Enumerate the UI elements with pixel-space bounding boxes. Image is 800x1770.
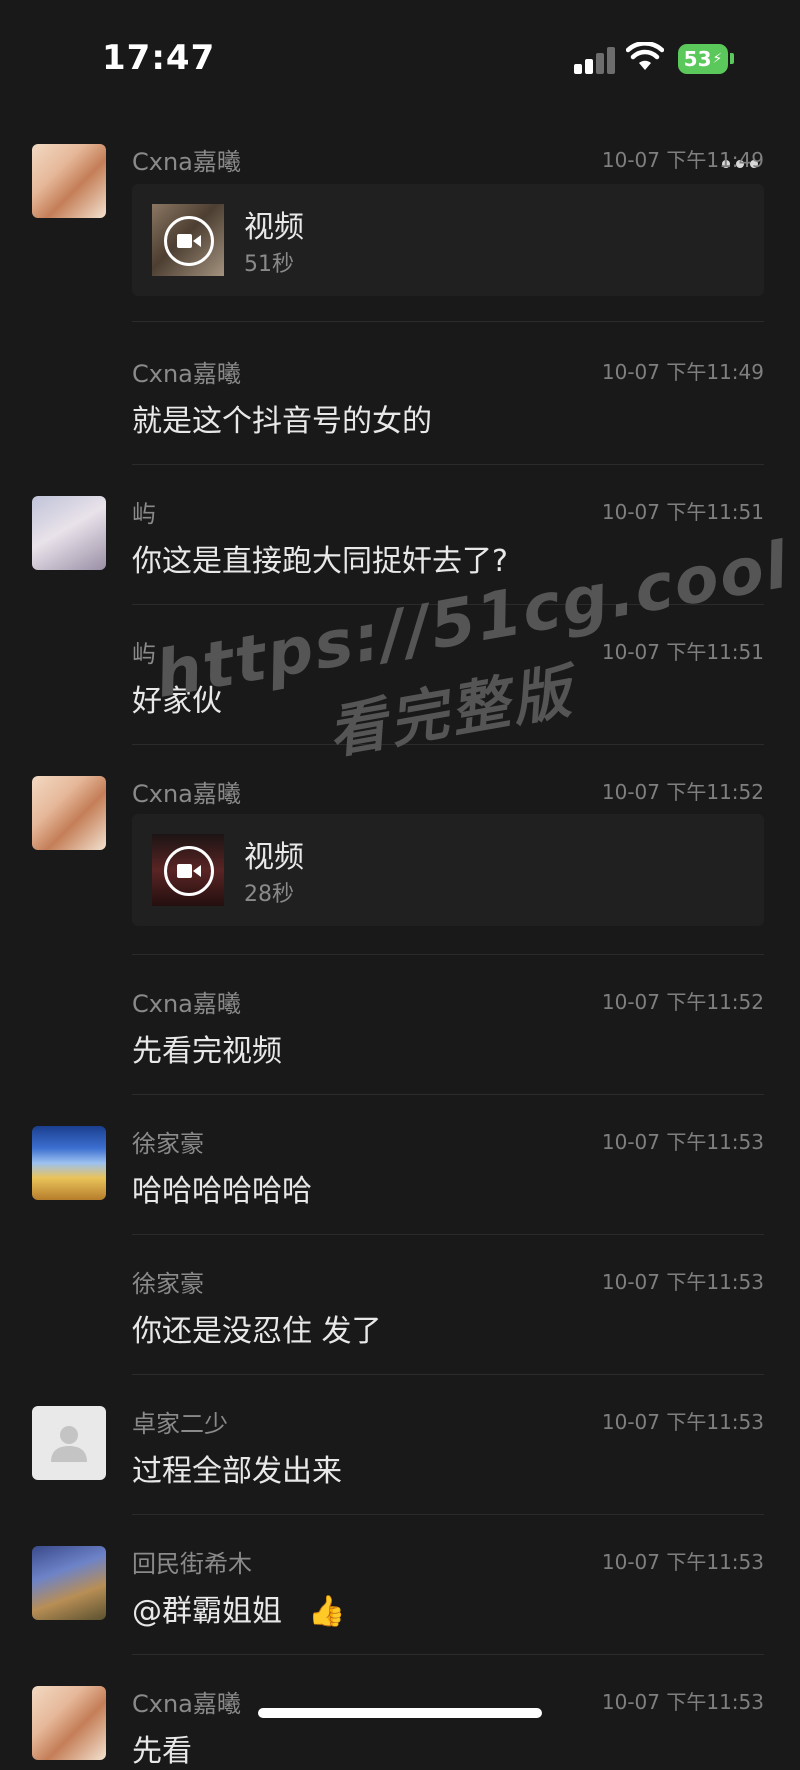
avatar[interactable] — [32, 1126, 106, 1200]
clock: 17:47 — [102, 38, 216, 78]
video-icon — [164, 846, 214, 896]
video-message[interactable]: 视频 51秒 — [132, 184, 764, 296]
message-text[interactable]: 哈哈哈哈哈哈 — [132, 1166, 312, 1210]
avatar[interactable] — [32, 776, 106, 850]
divider — [132, 954, 764, 955]
message-text[interactable]: 就是这个抖音号的女的 — [132, 396, 432, 440]
message-time: 10-07 下午11:53 — [601, 1410, 764, 1434]
video-title: 视频 — [244, 210, 304, 245]
sender-name: 徐家豪 — [132, 1270, 204, 1298]
divider — [132, 604, 764, 605]
status-bar: 17:47 53 ⚡ — [0, 0, 800, 120]
video-duration: 28秒 — [244, 882, 294, 907]
video-message[interactable]: 视频 28秒 — [132, 814, 764, 926]
message-time: 10-07 下午11:53 — [601, 1270, 764, 1294]
message-text[interactable]: 过程全部发出来 — [132, 1446, 342, 1490]
default-avatar-icon — [51, 1426, 87, 1462]
message-text[interactable]: 好家伙 — [132, 676, 222, 720]
message-time: 10-07 下午11:53 — [601, 1550, 764, 1574]
message-time: 10-07 下午11:53 — [601, 1130, 764, 1154]
divider — [132, 321, 764, 322]
message-time: 10-07 下午11:49 — [601, 148, 764, 172]
thumbs-up-icon: 👍 — [308, 1594, 346, 1629]
sender-name: Cxna嘉曦 — [132, 780, 241, 808]
message-time: 10-07 下午11:53 — [601, 1690, 764, 1714]
video-icon — [164, 216, 214, 266]
sender-name: Cxna嘉曦 — [132, 360, 241, 388]
message-text[interactable]: 先看 — [132, 1726, 192, 1770]
battery-level: 53 — [683, 47, 712, 71]
avatar[interactable] — [32, 1686, 106, 1760]
message-time: 10-07 下午11:52 — [601, 780, 764, 804]
message-text[interactable]: @群霸姐姐 👍 — [132, 1586, 345, 1630]
divider — [132, 1234, 764, 1235]
video-thumbnail — [152, 204, 224, 276]
sender-name: 屿 — [132, 640, 156, 668]
divider — [132, 744, 764, 745]
video-duration: 51秒 — [244, 252, 294, 277]
message-time: 10-07 下午11:51 — [601, 640, 764, 664]
message-text[interactable]: 你这是直接跑大同捉奸去了? — [132, 536, 508, 580]
divider — [132, 464, 764, 465]
message-time: 10-07 下午11:49 — [601, 360, 764, 384]
sender-name: 徐家豪 — [132, 1130, 204, 1158]
divider — [132, 1374, 764, 1375]
divider — [132, 1094, 764, 1095]
sender-name: Cxna嘉曦 — [132, 148, 241, 176]
divider — [132, 1654, 764, 1655]
sender-name: Cxna嘉曦 — [132, 1690, 241, 1718]
message-time: 10-07 下午11:51 — [601, 500, 764, 524]
home-indicator[interactable] — [258, 1708, 542, 1718]
mention-text: @群霸姐姐 — [132, 1594, 282, 1629]
wifi-icon — [626, 42, 664, 70]
message-text[interactable]: 你还是没忍住 发了 — [132, 1306, 382, 1350]
sender-name: 回民街希木 — [132, 1550, 252, 1578]
divider — [132, 1514, 764, 1515]
message-time: 10-07 下午11:52 — [601, 990, 764, 1014]
avatar[interactable] — [32, 1546, 106, 1620]
avatar[interactable] — [32, 1406, 106, 1480]
sender-name: 卓家二少 — [132, 1410, 228, 1438]
avatar[interactable] — [32, 144, 106, 218]
sender-name: 屿 — [132, 500, 156, 528]
battery-icon: 53 ⚡ — [678, 44, 728, 74]
video-thumbnail — [152, 834, 224, 906]
avatar[interactable] — [32, 496, 106, 570]
video-title: 视频 — [244, 840, 304, 875]
message-text[interactable]: 先看完视频 — [132, 1026, 282, 1070]
cellular-signal-icon — [574, 46, 616, 74]
sender-name: Cxna嘉曦 — [132, 990, 241, 1018]
